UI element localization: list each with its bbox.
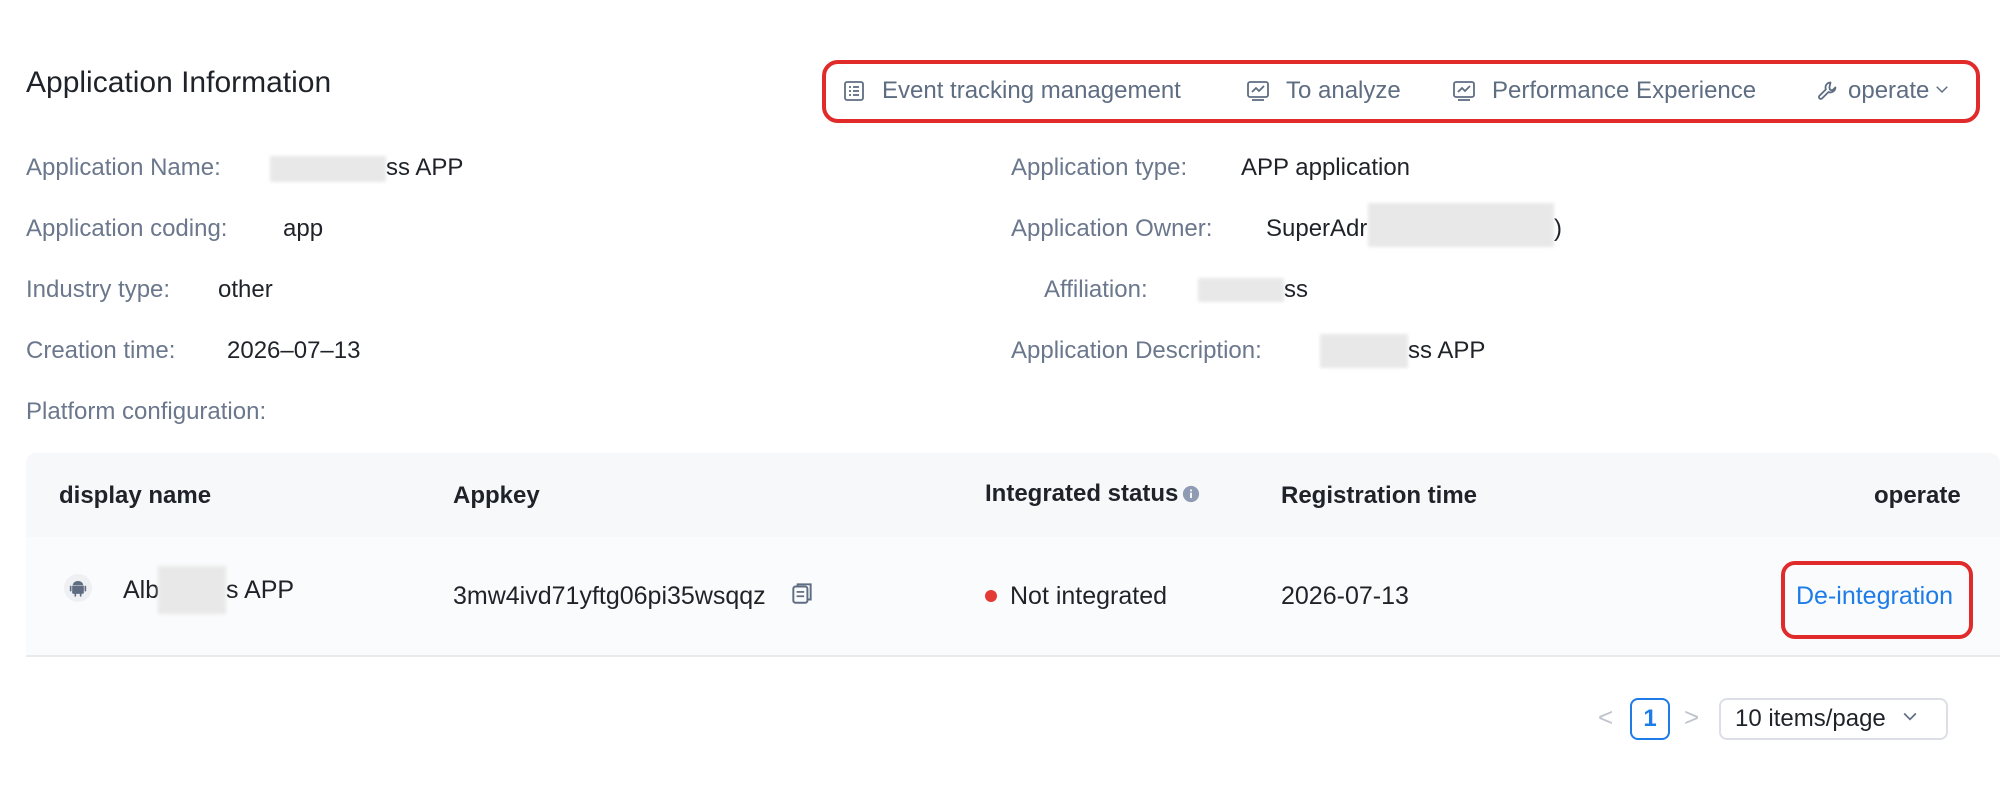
page-size-select[interactable]: 10 items/page — [1719, 698, 1948, 740]
app-owner-label: Application Owner: — [1011, 215, 1213, 242]
app-owner-suffix: ) — [1554, 215, 1562, 242]
registration-time-value: 2026-07-13 — [1281, 582, 1409, 610]
app-coding-value: app — [283, 215, 324, 242]
trend-chart-icon — [1452, 79, 1492, 103]
app-type-label: Application type: — [1011, 154, 1188, 181]
trend-chart-icon — [1246, 79, 1286, 103]
status-value: Not integrated — [1010, 582, 1168, 610]
col-appkey: Appkey — [453, 482, 540, 509]
platform-config-label: Platform configuration: — [26, 398, 267, 425]
performance-button[interactable]: Performance Experience — [1452, 71, 1756, 111]
app-coding-label: Application coding: — [26, 215, 228, 242]
app-type-value: APP application — [1241, 154, 1411, 181]
chevron-down-icon — [1900, 705, 1920, 733]
info-icon[interactable] — [1182, 485, 1200, 503]
android-icon — [64, 574, 92, 607]
col-operate: operate — [1874, 482, 1961, 509]
event-tracking-button[interactable]: Event tracking management — [842, 71, 1181, 111]
analyze-label: To analyze — [1286, 77, 1401, 104]
app-description-label: Application Description: — [1011, 337, 1262, 364]
page-title: Application Information — [26, 66, 332, 99]
de-integration-link[interactable]: De-integration — [1796, 582, 1953, 611]
chevron-down-icon — [1933, 77, 1951, 105]
event-tracking-label: Event tracking management — [882, 77, 1181, 104]
creation-time-label: Creation time: — [26, 337, 176, 364]
display-name-prefix: Alb — [123, 576, 160, 604]
col-integrated-status: Integrated status — [985, 480, 1200, 508]
next-page-button[interactable]: > — [1684, 702, 1699, 733]
list-doc-icon — [842, 79, 882, 103]
col-display-name: display name — [59, 482, 212, 509]
redacted-block — [270, 156, 386, 182]
app-name-value: ss APP — [386, 154, 464, 181]
performance-label: Performance Experience — [1492, 77, 1757, 104]
analyze-button[interactable]: To analyze — [1246, 71, 1401, 111]
operate-dropdown[interactable]: operate — [1816, 71, 1951, 111]
page-1-button[interactable]: 1 — [1630, 698, 1670, 740]
app-description-value: ss APP — [1408, 337, 1486, 364]
industry-value: other — [218, 276, 273, 303]
redacted-block — [158, 566, 226, 614]
creation-time-value: 2026–07–13 — [227, 337, 361, 364]
prev-page-button[interactable]: < — [1598, 702, 1613, 733]
app-owner-value: SuperAdr — [1266, 215, 1368, 242]
operate-label: operate — [1848, 77, 1930, 104]
affiliation-label: Affiliation: — [1044, 276, 1148, 303]
app-name-label: Application Name: — [26, 154, 221, 181]
copy-icon[interactable] — [789, 580, 815, 611]
integrated-status-label: Integrated status — [985, 480, 1179, 507]
redacted-block — [1320, 334, 1408, 368]
industry-label: Industry type: — [26, 276, 171, 303]
page-size-value: 10 items/page — [1735, 705, 1886, 732]
display-name-suffix: s APP — [226, 576, 295, 604]
status-dot — [985, 590, 997, 602]
appkey-value: 3mw4ivd71yftg06pi35wsqqz — [453, 582, 766, 610]
redacted-block — [1198, 278, 1284, 302]
col-registration-time: Registration time — [1281, 482, 1478, 509]
redacted-block — [1368, 203, 1554, 247]
affiliation-value: ss — [1284, 276, 1308, 303]
